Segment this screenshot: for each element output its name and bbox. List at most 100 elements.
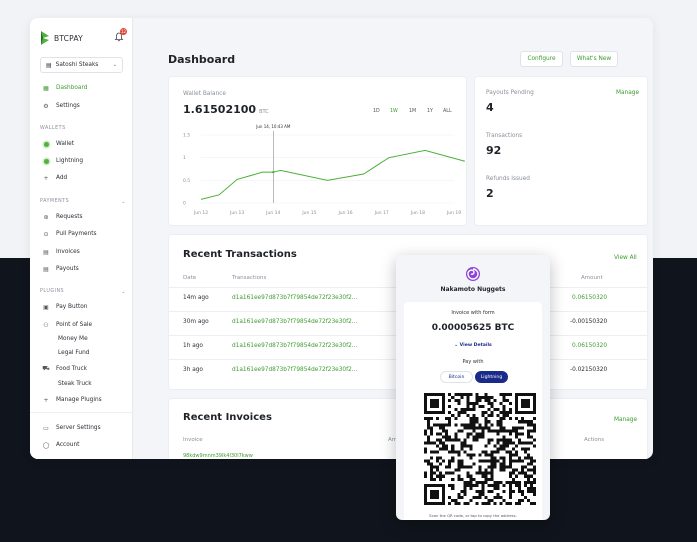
nav-lightning[interactable]: Lightning: [40, 155, 125, 167]
nav-settings[interactable]: ⚙ Settings: [40, 100, 125, 112]
x-tick-label: Jun 12: [193, 210, 208, 216]
whats-new-button[interactable]: What's New: [570, 51, 618, 67]
column-header-actions: Actions: [584, 437, 605, 443]
nav-invoices[interactable]: ▤ Invoices: [40, 246, 125, 258]
checkout-header: Nakamoto Nuggets: [396, 255, 550, 302]
nav-label: Server Settings: [56, 425, 101, 431]
nav-steak-truck[interactable]: Steak Truck: [58, 381, 92, 387]
nav-label: Dashboard: [56, 85, 88, 91]
app-window: BTCPAY 12 ▤ Satoshi Steaks ⌄ ▦ Dashboard…: [30, 18, 653, 459]
truck-icon: ⛟: [42, 365, 50, 372]
plus-icon: +: [43, 174, 49, 182]
brand-logo[interactable]: BTCPAY: [40, 30, 83, 46]
transactions-value: 92: [486, 144, 502, 157]
invoices-manage-link[interactable]: Manage: [614, 417, 637, 423]
bitcoin-tab[interactable]: Bitcoin: [440, 371, 473, 383]
nav-label: Lightning: [56, 158, 84, 164]
nav-point-of-sale[interactable]: ⚇ Point of Sale: [40, 319, 125, 331]
recent-transactions-title: Recent Transactions: [183, 249, 297, 260]
nav-requests[interactable]: ⊛ Requests: [40, 211, 125, 223]
nav-manage-plugins[interactable]: + Manage Plugins: [40, 394, 125, 406]
btcpay-logo-icon: [41, 31, 49, 45]
payouts-pending-label: Payouts Pending: [486, 90, 534, 96]
recent-invoices-title: Recent Invoices: [183, 412, 272, 423]
nav-dashboard[interactable]: ▦ Dashboard: [40, 82, 125, 94]
tx-hash-link[interactable]: d1a161ee97d873b7f79854de72f23e30f2...: [232, 367, 357, 373]
lightning-tab[interactable]: Lightning: [475, 371, 508, 383]
y-tick-label: 1: [183, 155, 186, 161]
nav-legal-fund[interactable]: Legal Fund: [58, 350, 89, 356]
checkout-modal: Nakamoto Nuggets Invoice with form 0.000…: [396, 255, 550, 520]
view-all-link[interactable]: View All: [614, 255, 637, 261]
dashboard-icon: ▦: [43, 84, 49, 92]
pos-icon: ⚇: [43, 321, 49, 329]
invoice-label: Invoice with form: [451, 310, 495, 316]
nav-label: Account: [56, 442, 80, 448]
wallet-balance-value: 1.61502100 BTC: [183, 103, 269, 116]
tx-amount: 0.06150320: [572, 295, 608, 301]
sidebar-divider: [30, 412, 133, 413]
store-logo-icon: [466, 267, 480, 281]
x-tick-label: Jun 14: [265, 210, 280, 216]
nav-payouts[interactable]: ▤ Payouts: [40, 263, 125, 275]
nav-label: Requests: [56, 214, 83, 220]
nav-server-settings[interactable]: ▭ Server Settings: [40, 422, 125, 434]
range-1w[interactable]: 1W: [390, 109, 398, 114]
pay-button-icon: ▣: [43, 303, 49, 311]
x-tick-label: Jun 18: [410, 210, 425, 216]
chevron-down-icon: ⌄: [112, 62, 117, 68]
tx-hash-link[interactable]: d1a161ee97d873b7f79854de72f23e30f2...: [232, 319, 357, 325]
column-header-transactions: Transactions: [232, 275, 267, 281]
nav-label: Food Truck: [56, 366, 88, 372]
tx-hash-link[interactable]: d1a161ee97d873b7f79854de72f23e30f2...: [232, 343, 357, 349]
nav-wallet[interactable]: Wallet: [40, 138, 125, 150]
account-icon: ◯: [42, 441, 50, 449]
sidebar: BTCPAY 12 ▤ Satoshi Steaks ⌄ ▦ Dashboard…: [30, 18, 133, 459]
x-tick-label: Jun 16: [337, 210, 352, 216]
y-tick-label: 1.5: [183, 133, 190, 139]
nav-label: Manage Plugins: [56, 397, 102, 403]
stats-card: Payouts Pending Manage 4 Transactions 92…: [474, 76, 648, 226]
invoice-id-link[interactable]: 98kdw9mnm39lk4l30l7kww: [183, 453, 253, 459]
section-payments[interactable]: PAYMENTS ⌄: [40, 199, 126, 205]
nav-add-wallet[interactable]: + Add: [40, 172, 125, 184]
view-details-link[interactable]: ⌄ View Details: [404, 343, 542, 348]
nav-money-me[interactable]: Money Me: [58, 336, 88, 342]
data-point[interactable]: [272, 170, 275, 174]
range-1d[interactable]: 1D: [373, 109, 380, 114]
wallet-balance-label: Wallet Balance: [183, 91, 226, 97]
range-1m[interactable]: 1M: [409, 109, 416, 114]
store-selector[interactable]: ▤ Satoshi Steaks ⌄: [40, 57, 123, 73]
wallet-balance-chart[interactable]: 1.5 1 0.5 0 Jun 12 Jun 13 Jun 14 Jun 15 Jun 16 Ju…: [169, 121, 468, 221]
nav-label: Payouts: [56, 266, 79, 272]
column-header-amount: Amount: [581, 275, 603, 281]
nav-pay-button[interactable]: ▣ Pay Button: [40, 301, 125, 313]
gear-icon: ⚙: [43, 102, 49, 110]
y-tick-label: 0.5: [183, 178, 190, 184]
nav-label: Point of Sale: [56, 322, 93, 328]
requests-icon: ⊛: [43, 213, 49, 221]
configure-button[interactable]: Configure: [520, 51, 563, 67]
x-tick-label: Jun 19: [446, 210, 461, 216]
chevron-down-icon: ⌄: [121, 199, 126, 205]
range-1y[interactable]: 1Y: [427, 109, 433, 114]
qr-code[interactable]: [424, 393, 536, 505]
payouts-manage-link[interactable]: Manage: [616, 90, 639, 96]
tx-date: 30m ago: [183, 319, 209, 325]
tx-hash-link[interactable]: d1a161ee97d873b7f79854de72f23e30f2...: [232, 295, 357, 301]
y-tick-label: 0: [183, 201, 186, 207]
qr-finder-pattern: [514, 393, 536, 415]
tx-amount: -0.00150320: [570, 319, 608, 325]
nav-pull-payments[interactable]: ⊙ Pull Payments: [40, 228, 125, 240]
column-header-date: Date: [183, 275, 197, 281]
range-all[interactable]: ALL: [443, 109, 452, 114]
notification-badge: 12: [120, 28, 127, 35]
tx-amount: 0.06150320: [572, 343, 608, 349]
x-tick-label: Jun 15: [301, 210, 316, 216]
nav-food-truck[interactable]: ⛟ Food Truck: [40, 363, 125, 375]
nav-label: Wallet: [56, 141, 74, 147]
nav-account[interactable]: ◯ Account: [40, 439, 125, 451]
section-plugins[interactable]: PLUGINS ⌄: [40, 289, 126, 295]
nav-label: Add: [56, 175, 68, 181]
checkout-body: Invoice with form 0.00005625 BTC ⌄ View …: [404, 302, 542, 520]
